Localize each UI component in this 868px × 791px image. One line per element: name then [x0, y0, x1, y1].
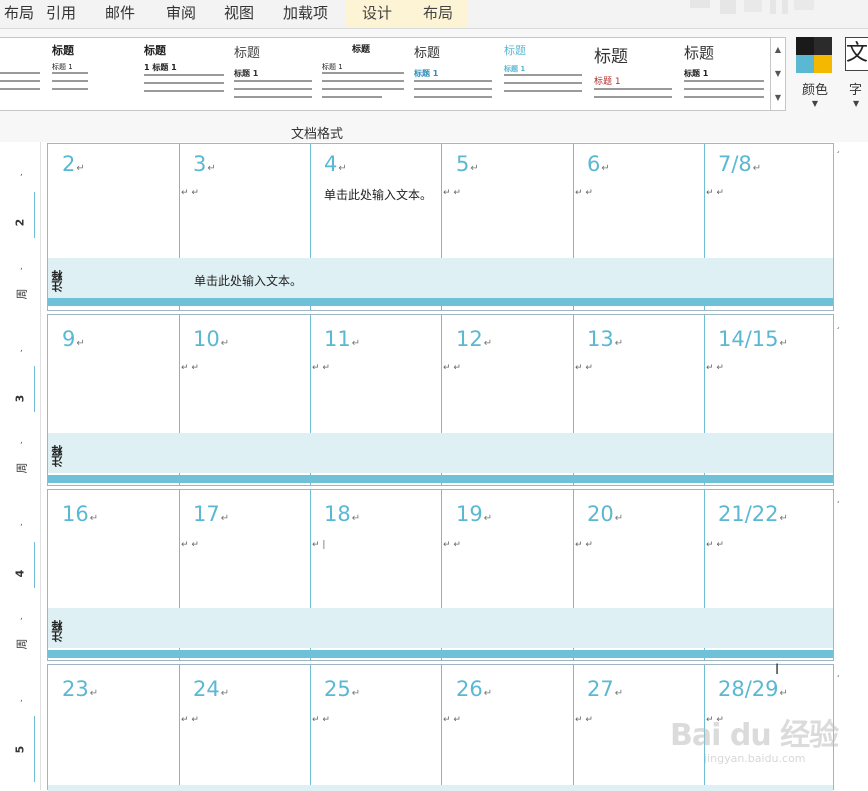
style-set-thumb[interactable]: 标题 标题 1	[592, 38, 682, 110]
day-number[interactable]: 4	[324, 152, 347, 176]
style-set-thumb[interactable]: 标题 标题 1	[682, 38, 770, 110]
scroll-up-icon[interactable]: ▲	[771, 38, 785, 62]
colors-button[interactable]: 颜色 ▼	[794, 37, 836, 117]
day-number[interactable]: 25	[324, 677, 360, 701]
fonts-button[interactable]: 文 字 ▼	[845, 37, 868, 117]
chevron-down-icon: ▼	[811, 99, 819, 108]
day-number[interactable]: 7/8	[718, 152, 761, 176]
week-number: 2	[13, 218, 27, 227]
notes-row[interactable]	[48, 258, 833, 298]
group-label: 文档格式	[290, 127, 343, 142]
notes-row[interactable]	[48, 608, 833, 648]
day-number[interactable]: 3	[193, 152, 216, 176]
tab-view[interactable]: 视图	[224, 0, 254, 28]
day-number[interactable]: 2	[62, 152, 85, 176]
week-number: 5	[13, 745, 27, 754]
week-word: 周	[15, 638, 29, 650]
day-number[interactable]: 17	[193, 502, 229, 526]
style-set-thumb[interactable]: 标题 标题 1	[232, 38, 322, 110]
day-number[interactable]: 24	[193, 677, 229, 701]
color-swatch-icon	[796, 37, 814, 55]
day-number[interactable]: 11	[324, 327, 360, 351]
day-number[interactable]: 19	[456, 502, 492, 526]
style-set-thumb[interactable]: 标题 1 标题 1	[142, 38, 232, 110]
color-swatch-icon	[796, 55, 814, 73]
text-cursor-icon: I	[775, 662, 780, 678]
day-number[interactable]: 26	[456, 677, 492, 701]
gallery-scrollbar[interactable]: ▲ ▼ ▼	[770, 37, 786, 111]
content-control-prompt[interactable]: 单击此处输入文本。	[324, 186, 432, 203]
tab-layout-page[interactable]: 布局	[0, 0, 34, 28]
font-icon: 文	[845, 37, 868, 71]
day-number[interactable]: 18	[324, 502, 360, 526]
week-row: 16 17 18 19 20 21/22 ↵ ↵↵ |↵ ↵↵ ↵↵ ↵ 注释	[47, 489, 834, 661]
week-number: 3	[13, 394, 27, 403]
colors-label: 颜色	[801, 83, 828, 98]
day-number[interactable]: 12	[456, 327, 492, 351]
design-ribbon: 标题 标题 1 标题 1 标题 1 标题 标题 1 标题 标题 1 标题 标题 …	[0, 28, 868, 144]
tab-layout-table[interactable]: 布局	[408, 0, 468, 28]
day-number[interactable]: 16	[62, 502, 98, 526]
week-bar	[34, 366, 35, 412]
watermark: Bai du 经验 jingyan.baidu.com	[662, 690, 862, 790]
day-number[interactable]: 20	[587, 502, 623, 526]
style-set-thumb[interactable]: 标题 标题 1	[502, 38, 592, 110]
week-number: 4	[13, 569, 27, 578]
color-swatch-icon	[814, 37, 832, 55]
notes-label: 注释	[51, 270, 64, 292]
week-word: 周	[15, 462, 29, 474]
chevron-down-icon: ▼	[853, 99, 860, 108]
week-bar	[34, 716, 35, 782]
tab-review[interactable]: 审阅	[166, 0, 196, 28]
scroll-down-icon[interactable]: ▼	[771, 62, 785, 86]
day-number[interactable]: 6	[587, 152, 610, 176]
week-divider-band	[48, 650, 833, 658]
tab-addins[interactable]: 加载项	[283, 0, 328, 28]
watermark-url: jingyan.baidu.com	[704, 752, 806, 765]
tab-design[interactable]: 设计	[346, 0, 408, 28]
day-number[interactable]: 27	[587, 677, 623, 701]
notes-label: 注释	[51, 445, 64, 467]
day-number[interactable]: 13	[587, 327, 623, 351]
content-control-prompt[interactable]: 单击此处输入文本。	[194, 272, 302, 289]
week-divider-band	[48, 475, 833, 483]
tab-references[interactable]: 引用	[46, 0, 76, 28]
fonts-label: 字	[849, 83, 863, 98]
tab-mailings[interactable]: 邮件	[105, 0, 135, 28]
day-number[interactable]: 10	[193, 327, 229, 351]
style-set-gallery[interactable]: 标题 标题 1 标题 1 标题 1 标题 标题 1 标题 标题 1 标题 标题 …	[0, 37, 771, 111]
day-number[interactable]: 9	[62, 327, 85, 351]
style-set-thumb[interactable]: 标题 标题 1	[322, 38, 412, 110]
week-bar	[34, 192, 35, 238]
day-number[interactable]: 5	[456, 152, 479, 176]
style-set-thumb[interactable]: 标题 标题 1	[0, 38, 90, 110]
watermark-logo: Bai du 经验	[670, 718, 839, 753]
day-number[interactable]: 14/15	[718, 327, 788, 351]
style-set-thumb[interactable]: 标题 标题 1	[412, 38, 502, 110]
ribbon-tab-bar: 布局 引用 邮件 审阅 视图 加载项 设计 布局	[0, 0, 868, 28]
week-bar	[34, 542, 35, 588]
week-divider-band	[48, 298, 833, 306]
notes-row[interactable]	[48, 433, 833, 473]
margin-line	[40, 142, 41, 790]
gallery-more-icon[interactable]: ▼	[771, 86, 785, 110]
day-number[interactable]: 23	[62, 677, 98, 701]
color-swatch-icon	[814, 55, 832, 73]
week-row: 2 3 4 5 6 7/8 单击此处输入文本。 ↵ ↵↵ ↵↵ ↵↵ ↵ 注释 …	[47, 143, 834, 311]
week-word: 周	[15, 288, 29, 300]
week-row: 9 10 11 12 13 14/15 ↵ ↵↵ ↵↵ ↵↵ ↵↵ ↵ 注释	[47, 314, 834, 486]
background-decoration	[690, 0, 814, 14]
day-number[interactable]: 21/22	[718, 502, 788, 526]
notes-label: 注释	[51, 620, 64, 642]
